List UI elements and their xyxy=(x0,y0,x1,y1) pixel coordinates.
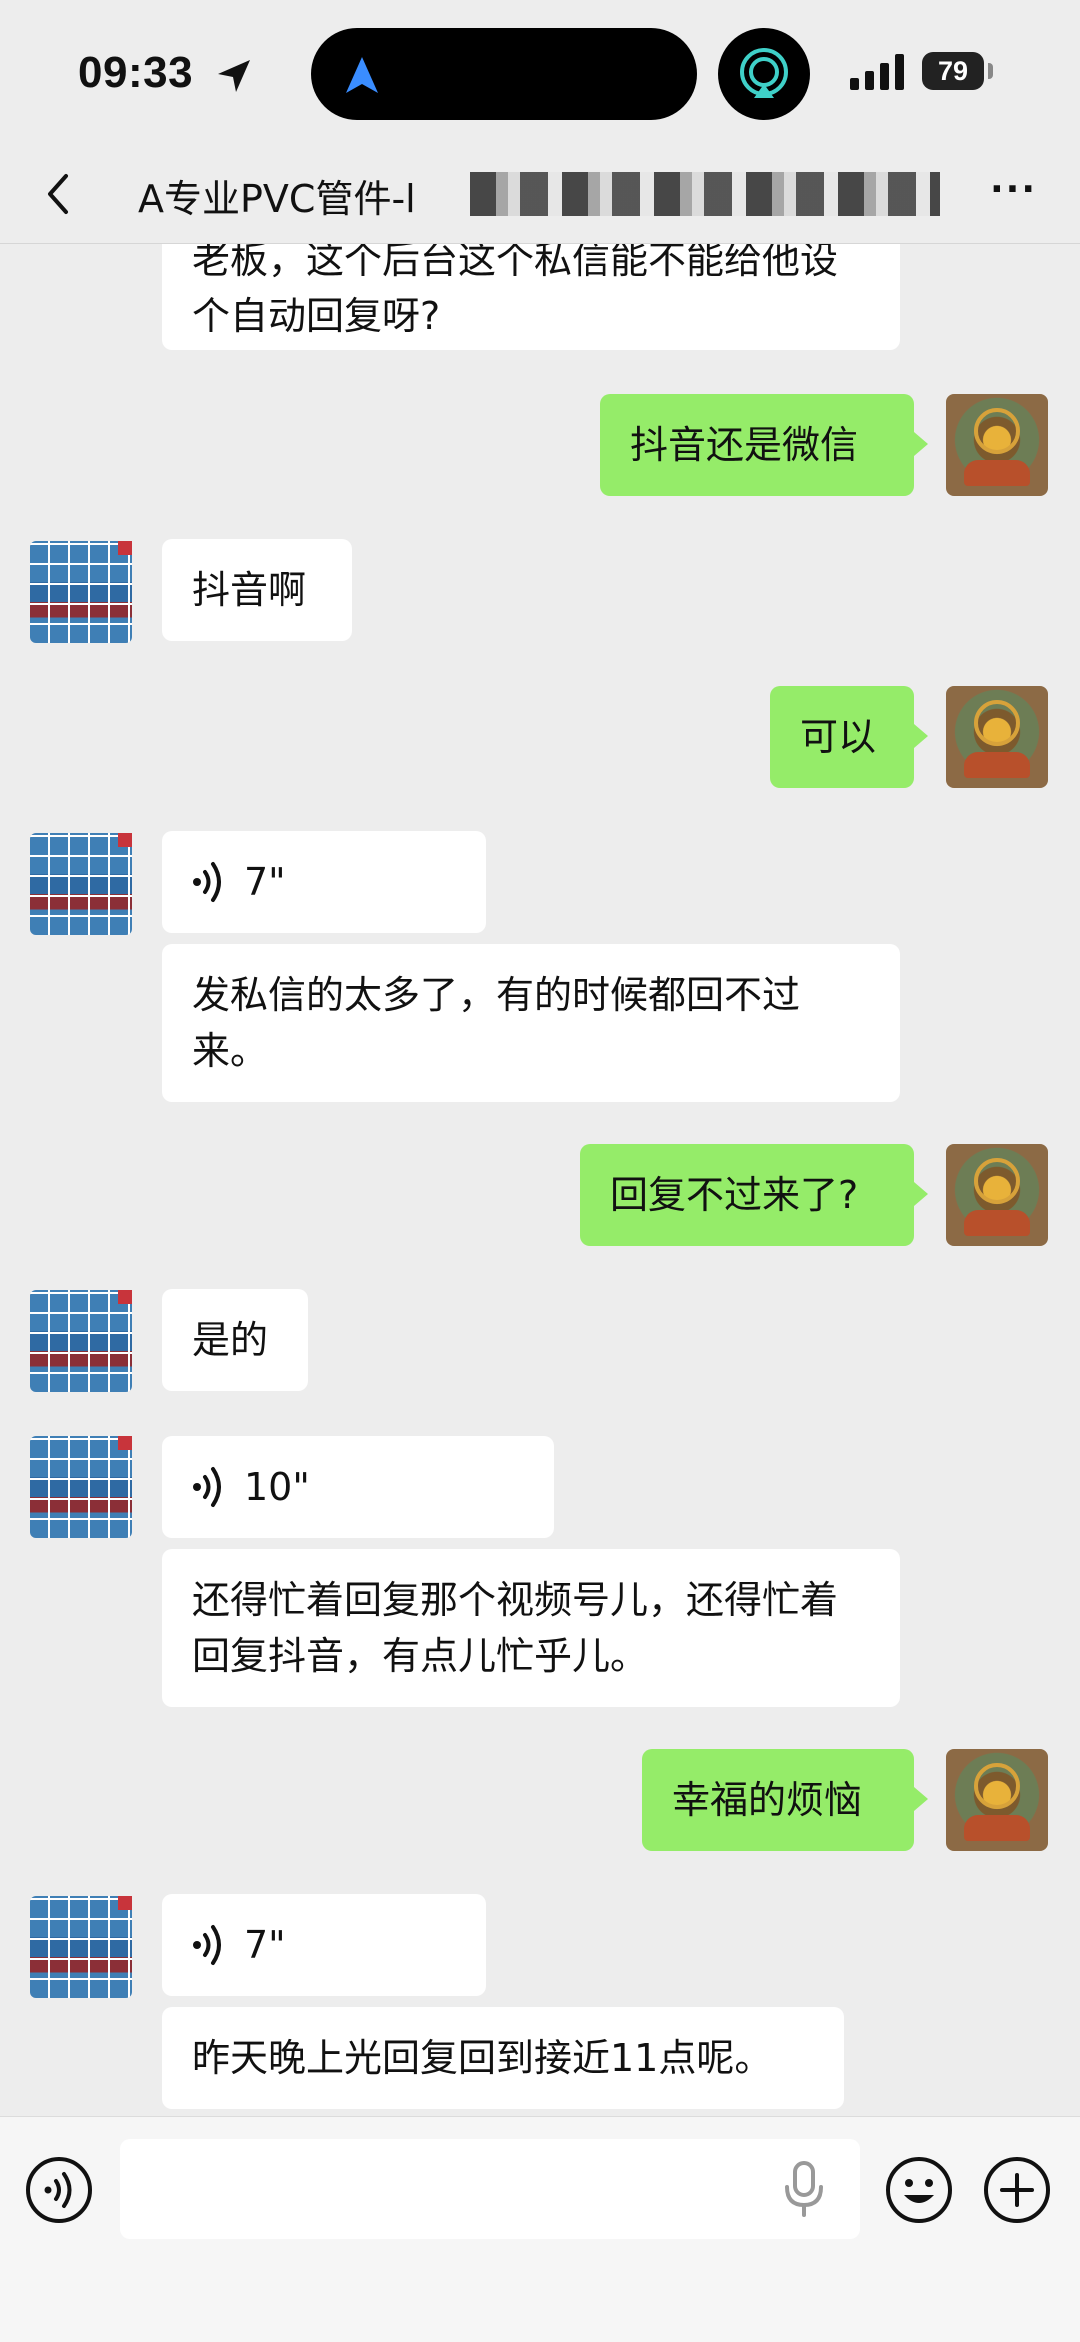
message-text: 抖音啊 xyxy=(192,568,307,612)
contact-avatar[interactable] xyxy=(30,833,132,935)
message-bubble-outgoing[interactable]: 可以 xyxy=(770,686,928,788)
message-text: 幸福的烦恼 xyxy=(672,1778,863,1822)
message-text: 抖音还是微信 xyxy=(630,423,859,467)
navigation-arrow-icon xyxy=(346,57,378,93)
emoji-icon[interactable] xyxy=(884,2155,954,2225)
message-text: 老板，这个后台这个私信能不能给他设个自动回复呀? xyxy=(192,244,839,338)
message-bubble-incoming[interactable]: 老板，这个后台这个私信能不能给他设个自动回复呀? xyxy=(162,244,900,350)
voice-transcript[interactable]: 还得忙着回复那个视频号儿，还得忙着回复抖音，有点儿忙乎儿。 xyxy=(162,1549,900,1707)
dynamic-island xyxy=(311,28,697,120)
contact-avatar[interactable] xyxy=(30,1436,132,1538)
redacted-title xyxy=(470,172,940,216)
status-time: 09:33 xyxy=(78,48,194,97)
voice-duration: 7" xyxy=(244,1923,286,1967)
input-bar xyxy=(0,2116,1080,2342)
message-text: 昨天晚上光回复回到接近11点呢。 xyxy=(192,2036,773,2080)
message-text: 发私信的太多了，有的时候都回不过来。 xyxy=(192,973,801,1073)
message-text: 可以 xyxy=(800,715,877,759)
message-text: 回复不过来了? xyxy=(610,1173,859,1217)
airplay-indicator xyxy=(718,28,810,120)
battery-level: 79 xyxy=(922,52,984,90)
microphone-icon[interactable] xyxy=(782,2159,826,2219)
plus-icon[interactable] xyxy=(982,2155,1052,2225)
chat-header: A专业PVC管件-l ··· xyxy=(0,150,1080,244)
message-bubble-outgoing[interactable]: 抖音还是微信 xyxy=(600,394,928,496)
more-icon[interactable]: ··· xyxy=(990,172,1040,210)
voice-wave-icon xyxy=(193,862,221,902)
message-bubble-incoming[interactable]: 抖音啊 xyxy=(162,539,352,641)
voice-wave-icon xyxy=(193,1925,221,1965)
message-bubble-incoming[interactable]: 是的 xyxy=(162,1289,308,1391)
contact-avatar[interactable] xyxy=(30,1896,132,1998)
message-text: 是的 xyxy=(192,1318,269,1362)
voice-message[interactable]: 7" xyxy=(162,831,486,933)
message-bubble-outgoing[interactable]: 幸福的烦恼 xyxy=(642,1749,928,1851)
voice-message[interactable]: 10" xyxy=(162,1436,554,1538)
voice-message[interactable]: 7" xyxy=(162,1894,486,1996)
message-bubble-outgoing[interactable]: 回复不过来了? xyxy=(580,1144,928,1246)
my-avatar[interactable] xyxy=(946,1144,1048,1246)
voice-transcript[interactable]: 发私信的太多了，有的时候都回不过来。 xyxy=(162,944,900,1102)
voice-transcript[interactable]: 昨天晚上光回复回到接近11点呢。 xyxy=(162,2007,844,2109)
contact-avatar[interactable] xyxy=(30,541,132,643)
chat-title: A专业PVC管件-l xyxy=(138,177,416,221)
voice-icon[interactable] xyxy=(24,2155,94,2225)
my-avatar[interactable] xyxy=(946,1749,1048,1851)
contact-avatar[interactable] xyxy=(30,1290,132,1392)
voice-duration: 10" xyxy=(244,1465,310,1509)
message-text: 还得忙着回复那个视频号儿，还得忙着回复抖音，有点儿忙乎儿。 xyxy=(192,1578,839,1678)
voice-duration: 7" xyxy=(244,860,286,904)
my-avatar[interactable] xyxy=(946,686,1048,788)
battery-cap xyxy=(988,63,993,79)
voice-wave-icon xyxy=(193,1467,221,1507)
location-arrow-icon xyxy=(218,60,250,92)
my-avatar[interactable] xyxy=(946,394,1048,496)
status-bar: 09:33 79 xyxy=(0,0,1080,150)
chevron-left-icon[interactable] xyxy=(30,164,90,224)
message-input[interactable] xyxy=(120,2139,860,2239)
signal-icon xyxy=(850,54,904,90)
message-list[interactable]: 老板，这个后台这个私信能不能给他设个自动回复呀? 抖音还是微信 抖音啊 可以 7… xyxy=(0,244,1080,2116)
airplay-icon xyxy=(740,48,788,98)
